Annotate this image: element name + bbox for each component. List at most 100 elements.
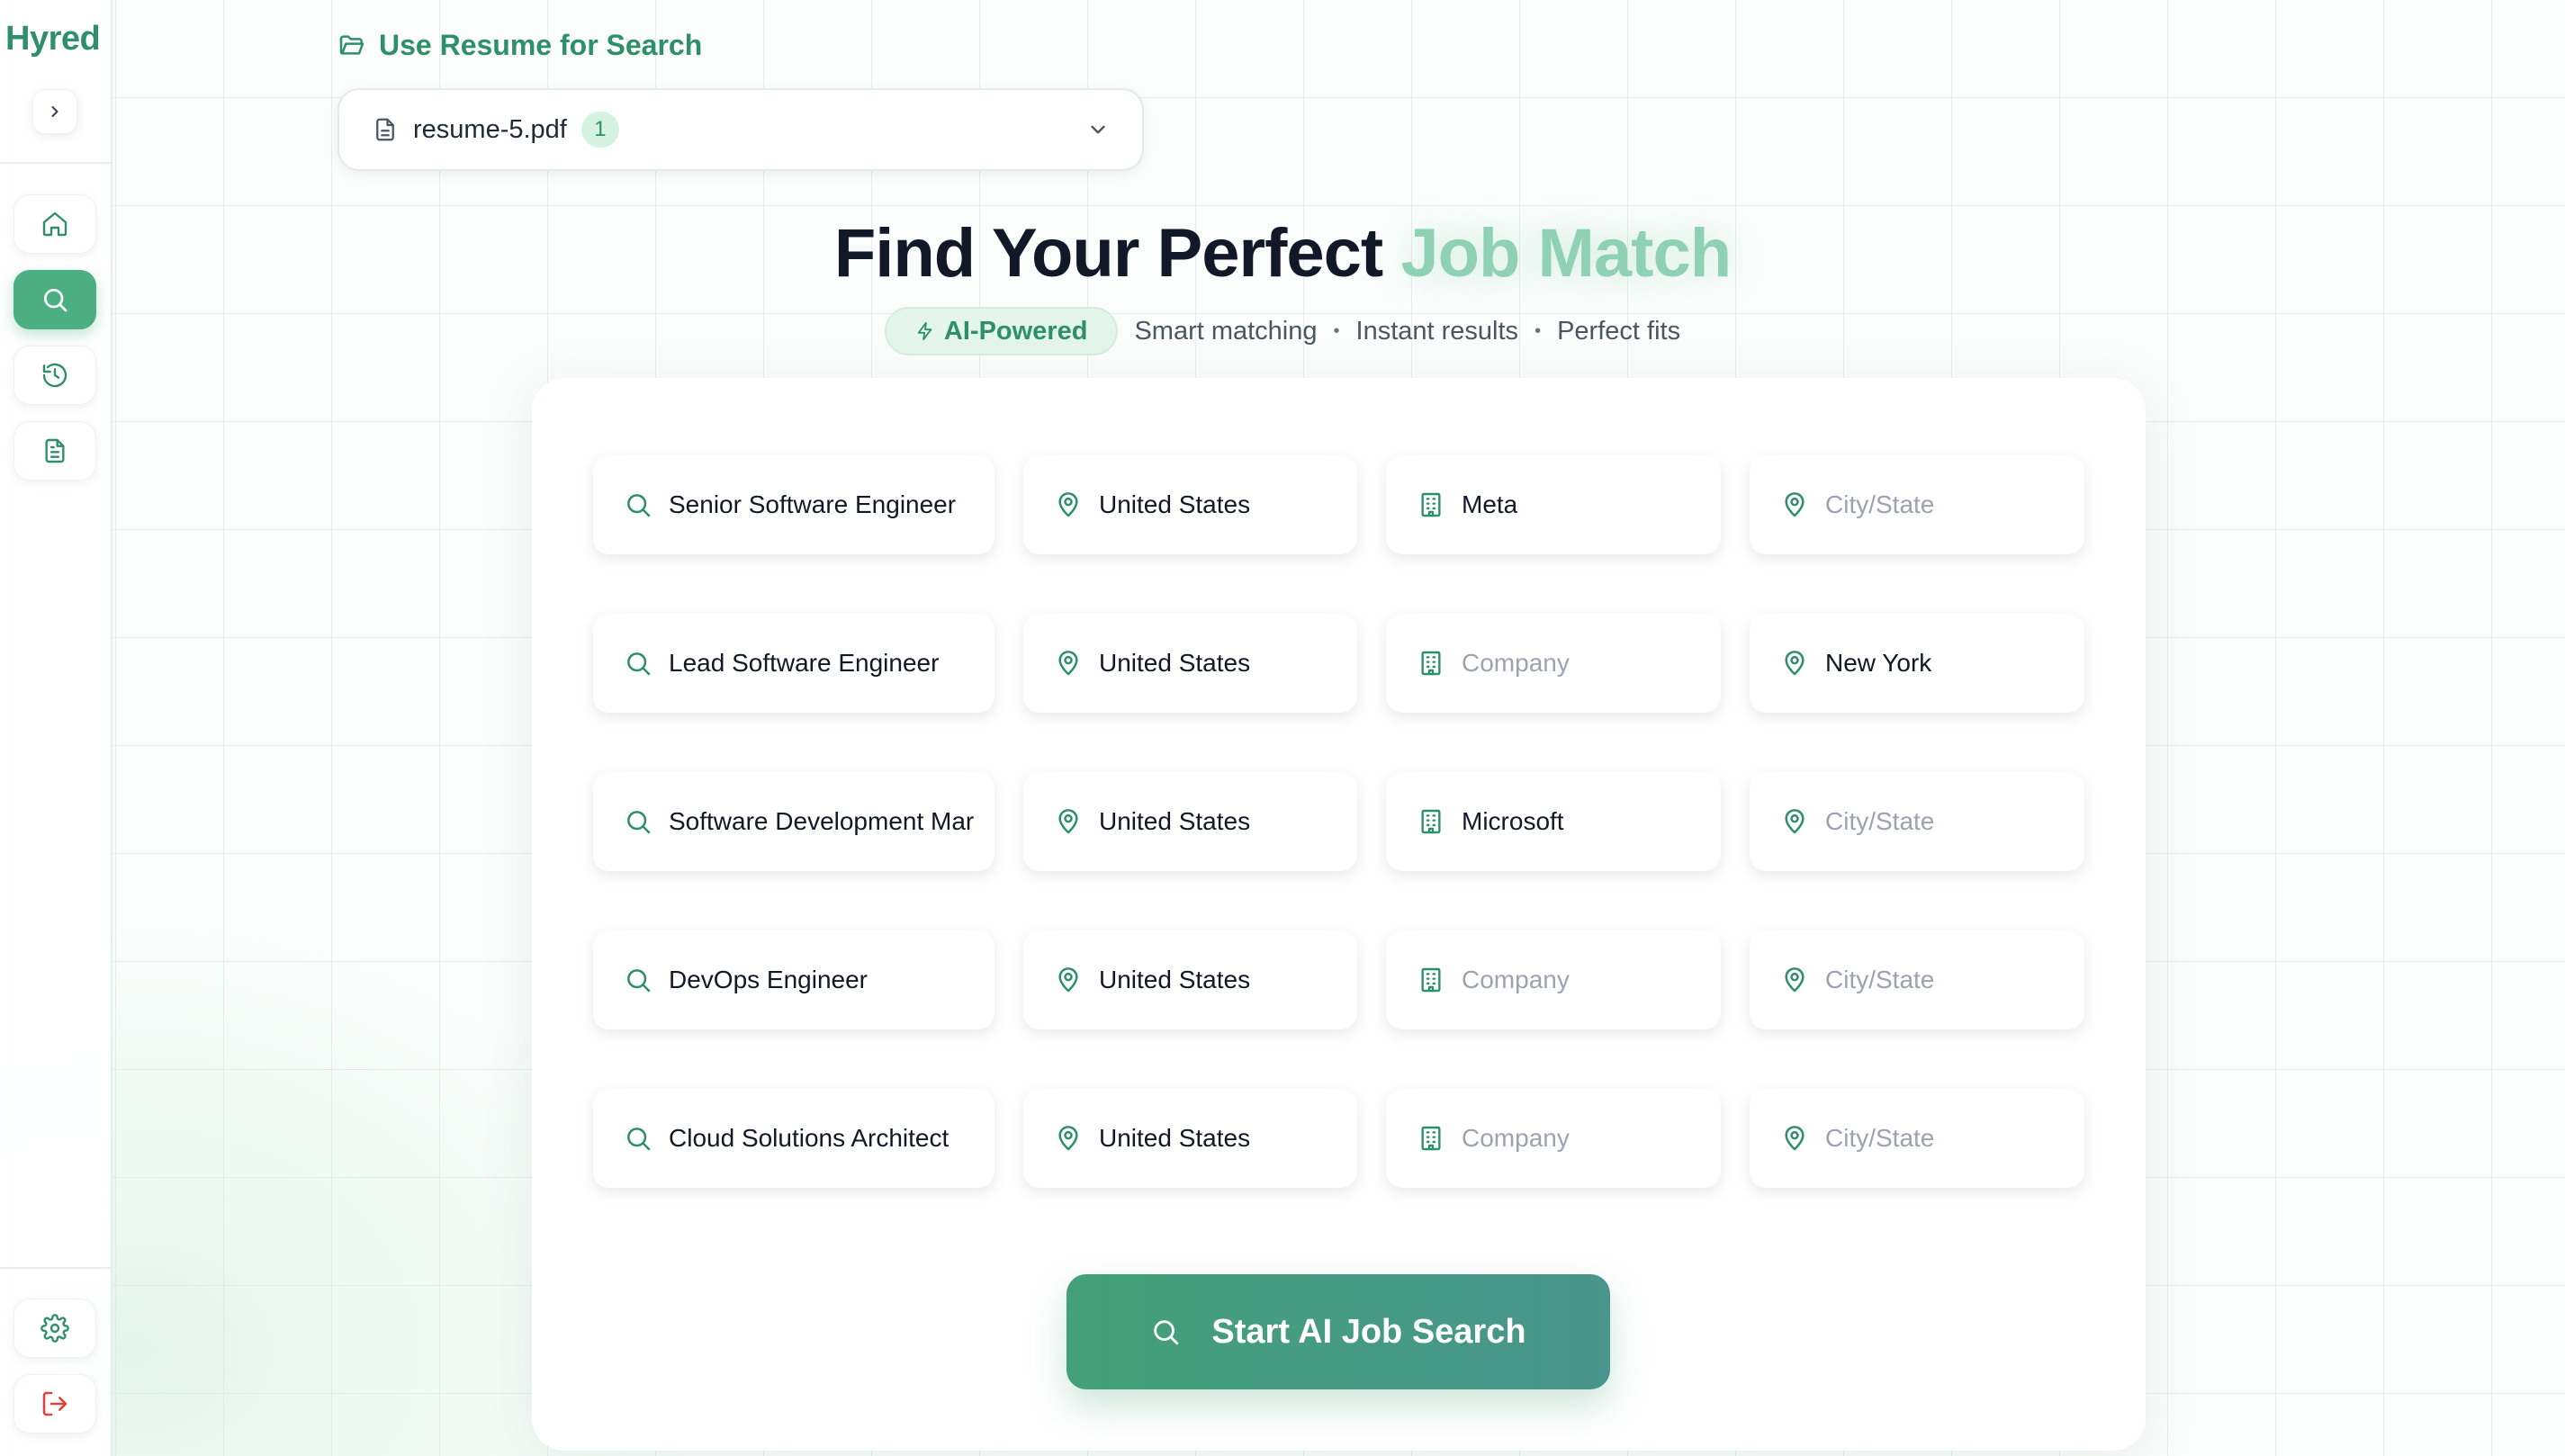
lightning-icon: [917, 321, 932, 341]
job-title-input[interactable]: Cloud Solutions Architect: [593, 1089, 994, 1188]
chevron-right-icon: [51, 106, 58, 117]
sidebar-expand-button[interactable]: [32, 89, 77, 134]
location-pin-icon: [1780, 966, 1809, 994]
country-input-value: United States: [1099, 807, 1251, 835]
location-pin-icon: [1054, 966, 1083, 994]
sidebar-item-logout[interactable]: [14, 1374, 96, 1434]
resume-label-text: Use Resume for Search: [379, 28, 703, 61]
city-state-input-placeholder: City/State: [1825, 490, 1935, 518]
location-pin-icon: [1780, 1124, 1809, 1153]
feature-text: Instant results: [1355, 316, 1519, 346]
country-input-value: United States: [1099, 649, 1251, 677]
sidebar-item-documents[interactable]: [14, 421, 96, 481]
ai-powered-badge: AI-Powered: [884, 307, 1119, 355]
location-pin-icon: [1780, 807, 1809, 836]
building-icon: [1417, 966, 1445, 994]
country-input[interactable]: United States: [1023, 1089, 1357, 1188]
building-icon: [1417, 490, 1445, 519]
company-input-placeholder: Company: [1462, 966, 1570, 993]
job-title-input[interactable]: Software Development Mar: [593, 772, 994, 871]
document-icon: [45, 438, 65, 463]
folder-open-icon: [339, 35, 364, 55]
company-input-placeholder: Company: [1462, 1124, 1570, 1152]
company-input[interactable]: Company: [1386, 930, 1721, 1029]
location-pin-icon: [1058, 809, 1078, 834]
city-state-input-placeholder: City/State: [1825, 807, 1935, 835]
search-icon: [624, 966, 652, 994]
country-input[interactable]: United States: [1023, 930, 1357, 1029]
company-input[interactable]: Microsoft: [1386, 772, 1721, 871]
ai-powered-label: AI-Powered: [943, 316, 1088, 346]
company-input[interactable]: Meta: [1386, 455, 1721, 554]
logout-icon: [42, 1391, 68, 1416]
city-state-input[interactable]: City/State: [1750, 455, 2084, 554]
sidebar-divider: [0, 1267, 111, 1269]
search-icon: [624, 1124, 652, 1153]
building-icon: [1417, 1124, 1445, 1153]
city-state-input-value: New York: [1825, 649, 1932, 677]
city-state-input[interactable]: City/State: [1750, 772, 2084, 871]
search-icon: [627, 1128, 651, 1151]
resume-section-label: Use Resume for Search: [338, 27, 702, 63]
app-logo[interactable]: Hyred: [5, 20, 109, 58]
location-pin-icon: [1054, 649, 1083, 678]
city-state-input[interactable]: New York: [1750, 614, 2084, 713]
job-title-input-value: DevOps Engineer: [669, 966, 868, 993]
bullet-separator: •: [1534, 320, 1542, 341]
building-icon: [1421, 1126, 1441, 1151]
company-input-placeholder: Company: [1462, 649, 1570, 677]
selected-resume-name: resume-5.pdf: [413, 114, 567, 144]
search-icon: [627, 652, 651, 676]
location-pin-icon: [1785, 967, 1804, 993]
job-title-input[interactable]: Senior Software Engineer: [593, 455, 994, 554]
country-input-value: United States: [1099, 1124, 1251, 1152]
country-input-value: United States: [1099, 490, 1251, 518]
location-pin-icon: [1058, 967, 1078, 993]
company-input[interactable]: Company: [1386, 1089, 1721, 1188]
location-pin-icon: [1785, 651, 1804, 676]
city-state-input[interactable]: City/State: [1750, 1089, 2084, 1188]
country-input[interactable]: United States: [1023, 455, 1357, 554]
resume-count-badge: 1: [580, 112, 619, 148]
location-pin-icon: [1058, 1126, 1078, 1151]
company-input[interactable]: Company: [1386, 614, 1721, 713]
job-title-input[interactable]: DevOps Engineer: [593, 930, 994, 1029]
country-input-value: United States: [1099, 966, 1251, 993]
title-main: Find Your Perfect: [833, 215, 1383, 292]
location-pin-icon: [1780, 490, 1809, 519]
search-icon: [627, 811, 651, 834]
chevron-down-icon[interactable]: [1086, 118, 1110, 141]
bullet-separator: •: [1333, 320, 1340, 341]
location-pin-icon: [1785, 809, 1804, 834]
resume-dropdown[interactable]: resume-5.pdf 1: [338, 88, 1144, 171]
location-pin-icon: [1058, 651, 1078, 676]
country-input[interactable]: United States: [1023, 772, 1357, 871]
company-input-value: Microsoft: [1462, 807, 1564, 835]
building-icon: [1417, 649, 1445, 678]
building-icon: [1417, 807, 1445, 836]
search-icon: [624, 807, 652, 836]
start-search-label: Start AI Job Search: [1211, 1312, 1526, 1351]
city-state-input[interactable]: City/State: [1750, 930, 2084, 1029]
location-pin-icon: [1785, 1126, 1804, 1151]
location-pin-icon: [1054, 1124, 1083, 1153]
building-icon: [1421, 651, 1441, 676]
job-title-input-value: Lead Software Engineer: [669, 649, 940, 677]
city-state-input-placeholder: City/State: [1825, 966, 1935, 993]
file-icon: [376, 118, 394, 141]
search-icon: [627, 494, 651, 517]
sidebar-item-settings[interactable]: [14, 1299, 96, 1358]
hero-subtitle: AI-Powered Smart matching • Instant resu…: [0, 306, 2565, 356]
building-icon: [1421, 492, 1441, 517]
start-ai-job-search-button[interactable]: Start AI Job Search: [1066, 1274, 1610, 1389]
company-input-value: Meta: [1462, 490, 1518, 518]
job-title-input-value: Software Development Mar: [669, 807, 975, 835]
gear-icon: [40, 1314, 69, 1343]
page-title: Find Your Perfect Job Match: [0, 214, 2565, 292]
country-input[interactable]: United States: [1023, 614, 1357, 713]
job-title-input-value: Cloud Solutions Architect: [669, 1124, 950, 1152]
history-icon: [42, 363, 68, 388]
search-icon: [627, 969, 651, 993]
title-accent: Job Match: [1400, 215, 1732, 292]
job-title-input[interactable]: Lead Software Engineer: [593, 614, 994, 713]
